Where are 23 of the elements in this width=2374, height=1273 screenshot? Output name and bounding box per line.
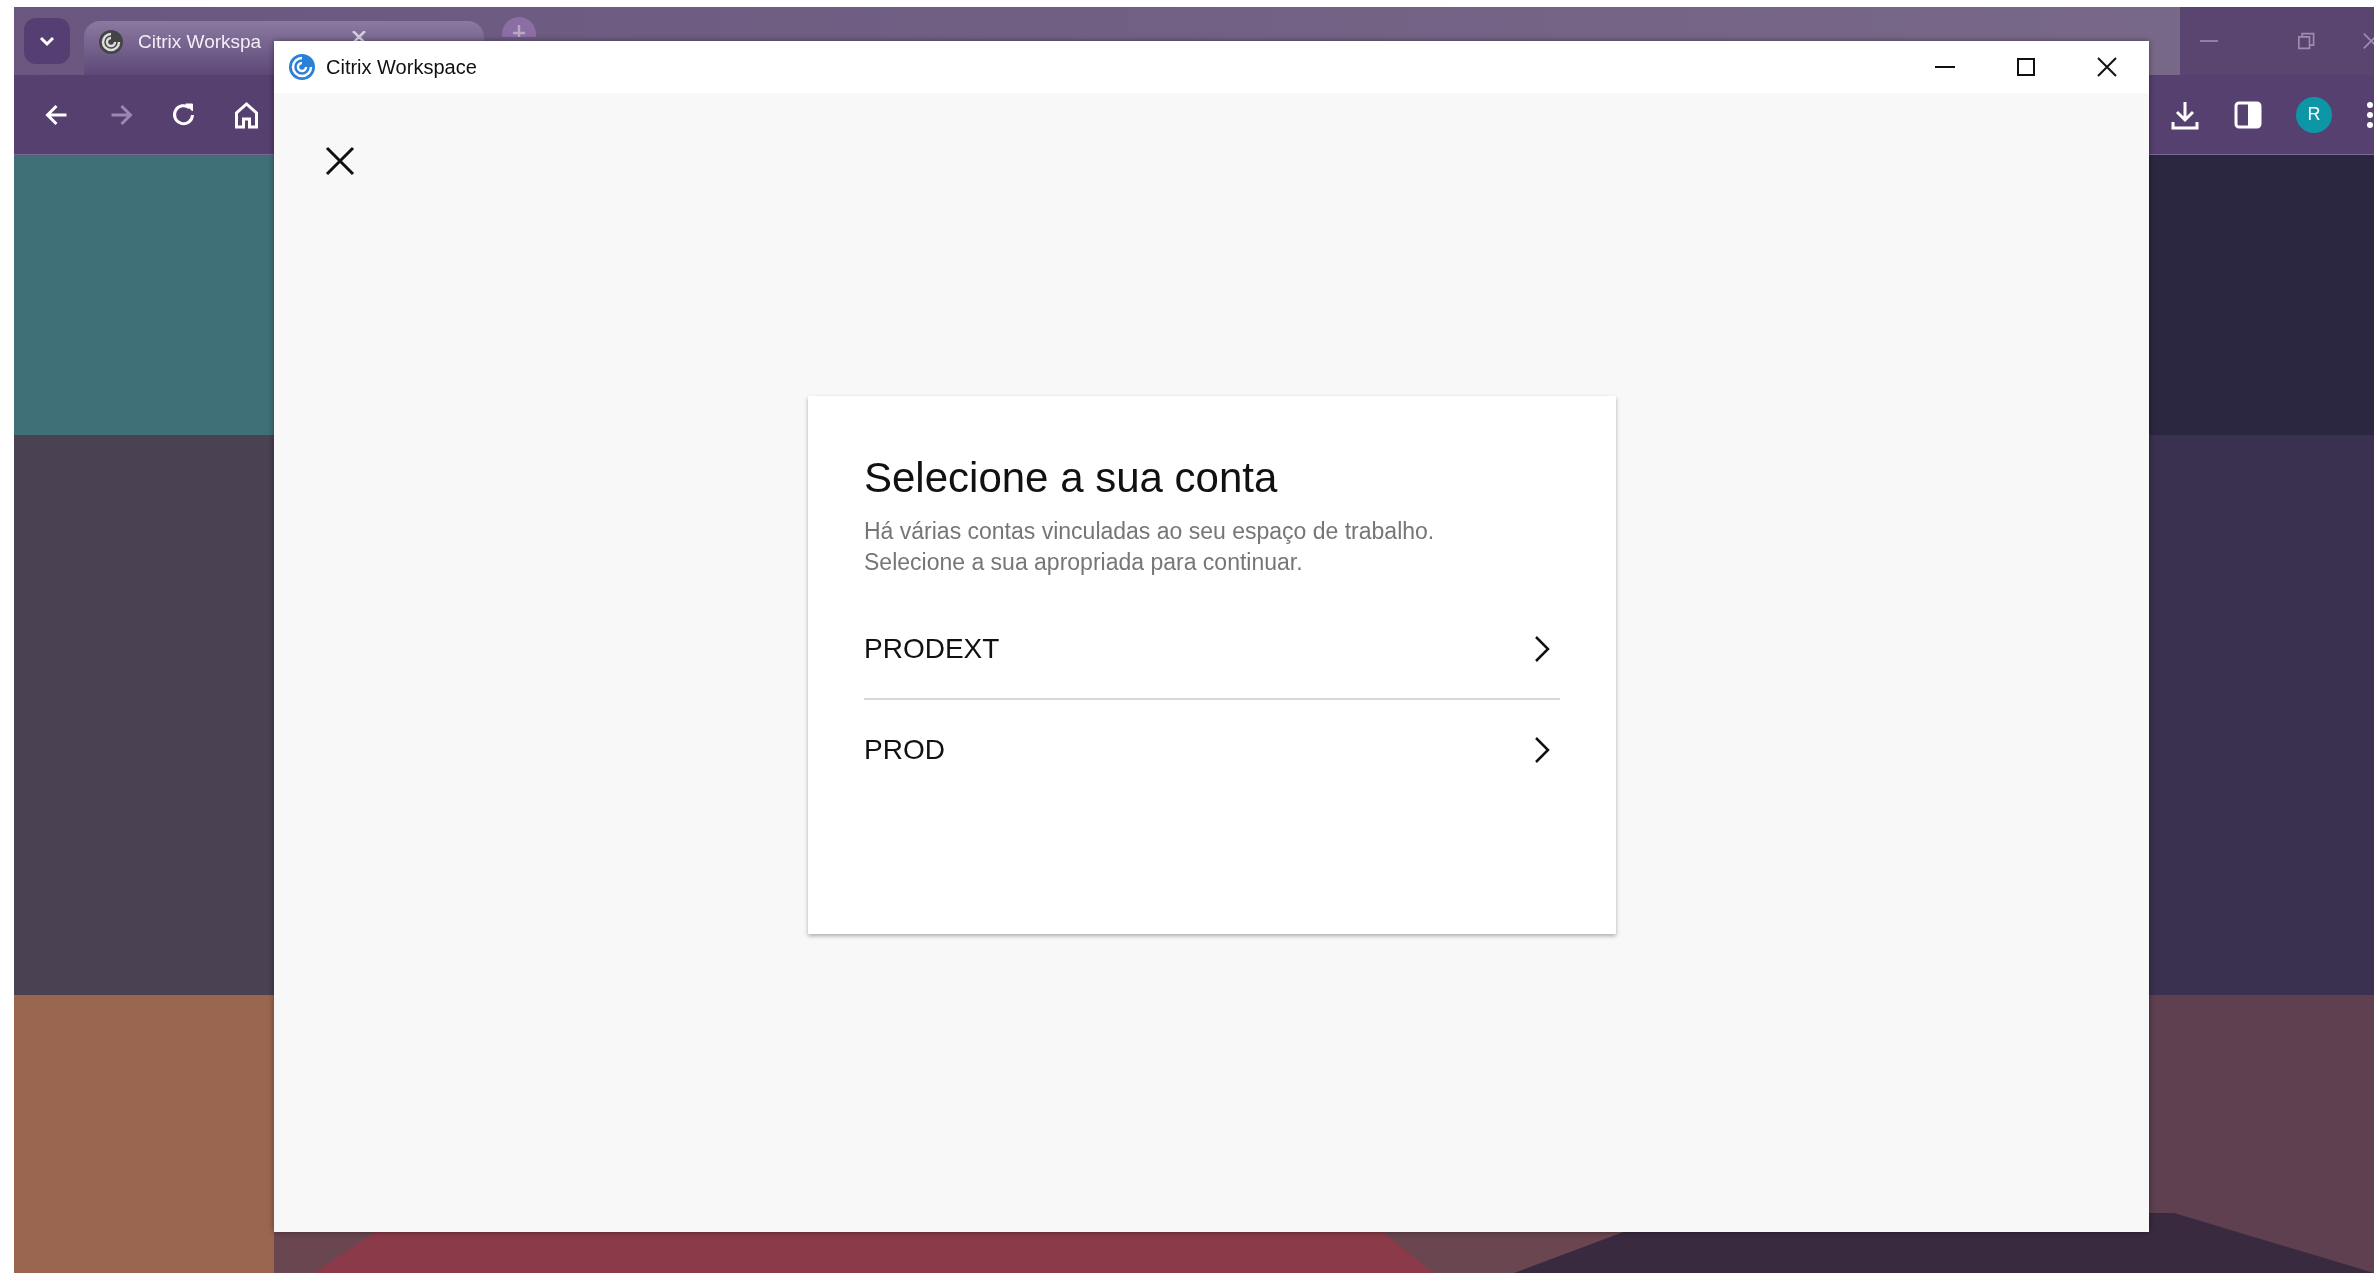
dialog-title: Selecione a sua conta: [864, 453, 1279, 503]
chevron-right-icon: [1534, 736, 1550, 764]
window-title: Citrix Workspace: [326, 55, 477, 80]
tab-list-button[interactable]: [24, 18, 70, 64]
account-item[interactable]: PROD: [864, 700, 1560, 800]
profile-avatar[interactable]: R: [2296, 96, 2332, 133]
tab-favicon-icon: [98, 29, 124, 55]
maximize-icon[interactable]: [2017, 58, 2035, 76]
chevron-right-icon: [1534, 635, 1550, 663]
download-icon[interactable]: [2170, 99, 2200, 130]
app-logo-icon: [288, 53, 316, 81]
dialog-description: Há várias contas vinculadas ao seu espaço de trabalho. Selecione a sua apropriada para continuar.: [864, 517, 1436, 577]
close-button[interactable]: [324, 145, 356, 177]
account-item[interactable]: PRODEXT: [864, 600, 1560, 700]
chevron-down-icon: [38, 35, 56, 47]
close-icon: [325, 146, 355, 176]
plus-icon[interactable]: [502, 17, 536, 37]
tab-title: Citrix Workspa: [138, 30, 262, 54]
minimize-icon[interactable]: [1935, 65, 1955, 69]
restore-icon[interactable]: [2298, 31, 2315, 51]
close-icon[interactable]: [2097, 57, 2117, 77]
side-panel-icon[interactable]: [2234, 100, 2262, 129]
menu-icon[interactable]: [2366, 99, 2374, 130]
